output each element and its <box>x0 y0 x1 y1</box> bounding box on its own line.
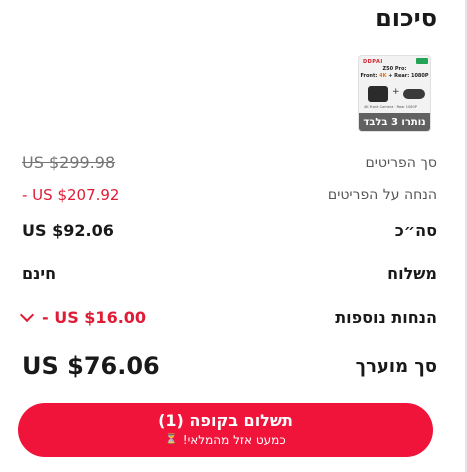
summary-title: סיכום <box>375 4 437 32</box>
subtotal-value: US $92.06 <box>22 221 114 240</box>
extra-discounts-row[interactable]: הנחות נוספות - US $16.00 <box>19 307 437 327</box>
extra-discounts-value: - US $16.00 <box>42 308 147 327</box>
checkout-button[interactable]: תשלום בקופה (1) כמעט אזל מהמלאי! ⏳ <box>18 403 433 457</box>
extra-discounts-label: הנחות נוספות <box>335 308 437 327</box>
rear-camera-image <box>403 89 425 99</box>
low-stock-text: כמעט אזל מהמלאי! <box>182 433 286 447</box>
subtotal-row: סה״כ US $92.06 <box>22 221 437 240</box>
subtotal-label: סה״כ <box>394 221 437 240</box>
dashcam-image <box>368 86 388 102</box>
plus-icon: + <box>392 87 400 97</box>
items-discount-value: - US $207.92 <box>22 186 120 204</box>
shipping-value: חינם <box>22 264 57 283</box>
items-discount-row: הנחה על הפריטים - US $207.92 <box>22 186 437 204</box>
items-subtotal-label: סך הפריטים <box>365 154 437 171</box>
product-caption: 4K Front Camera · Rear 1080P <box>364 105 417 109</box>
total-row: סך מוערך US $76.06 <box>22 352 437 380</box>
promo-tag <box>416 58 428 64</box>
low-stock-notice: כמעט אזל מהמלאי! ⏳ <box>165 431 285 449</box>
shipping-row: משלוח חינם <box>22 264 437 283</box>
checkout-button-label: תשלום בקופה (1) <box>158 411 293 430</box>
hourglass-icon: ⏳ <box>165 434 178 445</box>
product-thumbnail[interactable]: DDPAI Z50 Pro: Front: 4K + Rear: 1080P +… <box>358 55 431 132</box>
product-spec: Front: 4K + Rear: 1080P <box>360 73 429 79</box>
product-model: Z50 Pro: <box>382 66 407 72</box>
items-discount-label: הנחה על הפריטים <box>327 187 437 203</box>
stock-left-badge: נותרו 3 בלבד <box>359 113 430 131</box>
shipping-label: משלוח <box>387 264 437 283</box>
total-value: US $76.06 <box>22 352 160 380</box>
extra-discounts-toggle[interactable]: - US $16.00 <box>19 307 147 327</box>
chevron-down-icon[interactable] <box>19 307 35 323</box>
product-brand: DDPAI <box>363 59 383 65</box>
items-subtotal-value: US $299.98 <box>22 153 116 172</box>
total-label: סך מוערך <box>355 355 437 377</box>
items-subtotal-row: סך הפריטים US $299.98 <box>22 153 437 172</box>
